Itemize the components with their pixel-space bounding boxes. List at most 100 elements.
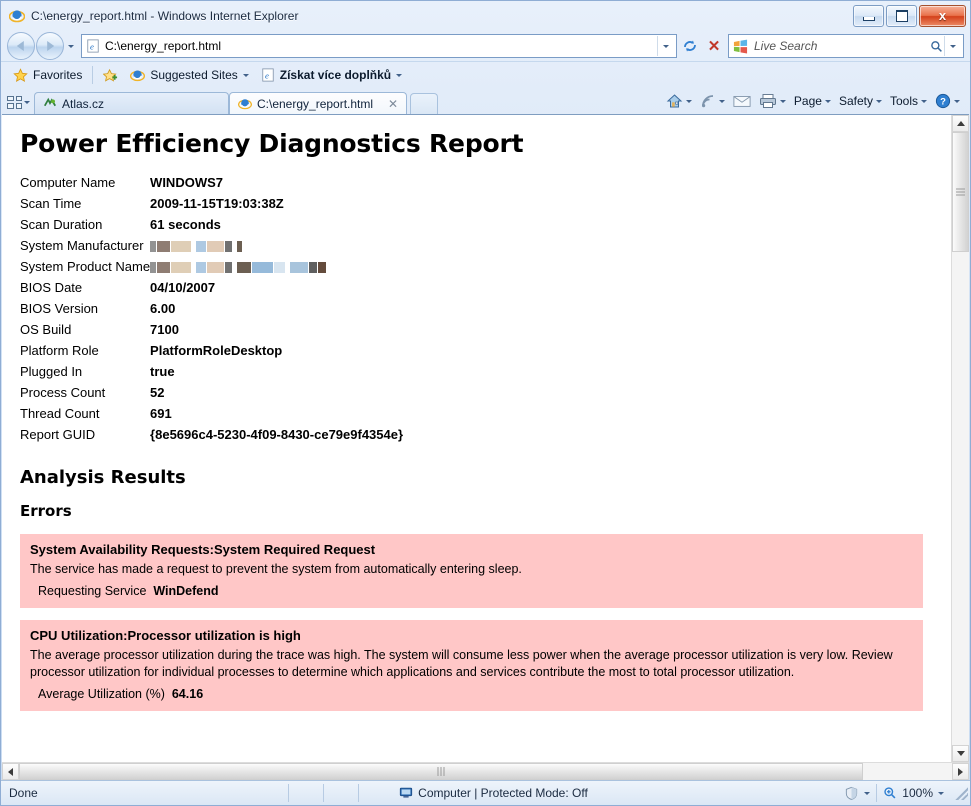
search-placeholder-text: Live Search — [754, 39, 818, 53]
close-icon: x — [938, 8, 947, 23]
star-icon — [13, 67, 28, 82]
system-info-rows: Computer Name WINDOWS7 Scan Time 2009-11-15… — [20, 172, 403, 445]
error-box: CPU Utilization:Processor utilization is… — [20, 620, 923, 711]
back-button[interactable] — [7, 32, 35, 60]
page-menu-label: Page — [793, 94, 822, 108]
scroll-up-button[interactable] — [952, 115, 969, 132]
resize-grip-icon[interactable] — [954, 786, 968, 800]
vertical-scroll-thumb[interactable] — [952, 132, 969, 252]
refresh-button[interactable] — [679, 35, 701, 57]
system-info-value: 61 seconds — [150, 217, 221, 232]
chevron-down-icon — [824, 99, 831, 103]
status-divider — [323, 784, 325, 802]
system-info-key: Scan Time — [20, 196, 82, 211]
suggested-sites-label: Suggested Sites — [150, 68, 238, 82]
favorites-button[interactable]: Favorites — [7, 64, 88, 86]
stop-button[interactable]: ✕ — [703, 35, 725, 57]
search-go-button[interactable] — [928, 40, 944, 53]
chevron-down-icon[interactable] — [718, 99, 725, 103]
maximize-button[interactable] — [886, 5, 917, 27]
help-icon: ? — [935, 93, 951, 109]
zone-dropdown-button[interactable] — [838, 783, 876, 803]
analysis-results-heading: Analysis Results — [20, 467, 186, 488]
errors-heading: Errors — [20, 502, 72, 520]
favorites-bar: Favorites Suggested Sites e Získat více … — [1, 61, 970, 88]
system-info-key: Process Count — [20, 385, 106, 400]
chevron-down-icon — [396, 73, 403, 77]
horizontal-scrollbar[interactable] — [2, 762, 969, 780]
vertical-scroll-track[interactable] — [952, 132, 969, 745]
page-menu-button[interactable]: Page — [790, 90, 835, 112]
system-info-row: BIOS Date 04/10/2007 — [20, 277, 403, 298]
scroll-right-button[interactable] — [952, 763, 969, 780]
chevron-down-icon — [242, 73, 249, 77]
scroll-left-button[interactable] — [2, 763, 19, 780]
minimize-button[interactable] — [853, 5, 884, 27]
tab-energy-report[interactable]: C:\energy_report.html ✕ — [229, 92, 407, 114]
read-mail-button[interactable] — [729, 90, 755, 112]
system-info-key: BIOS Version — [20, 301, 99, 316]
get-addons-button[interactable]: e Získat více doplňků — [255, 64, 408, 86]
system-info-value-redacted — [150, 235, 403, 256]
close-button[interactable]: x — [919, 5, 966, 27]
errors-list: System Availability Requests:System Requ… — [20, 534, 933, 711]
tab-list-chevron-down-icon[interactable] — [24, 100, 30, 104]
horizontal-scroll-thumb[interactable] — [19, 763, 863, 780]
safety-menu-button[interactable]: Safety — [835, 90, 886, 112]
horizontal-scroll-track[interactable] — [19, 763, 952, 780]
address-dropdown-button[interactable] — [657, 36, 674, 56]
stop-icon: ✕ — [707, 37, 721, 55]
new-tab-button[interactable] — [410, 93, 438, 114]
quick-tabs-button[interactable] — [7, 91, 30, 114]
chevron-down-icon — [938, 791, 944, 795]
system-info-key: BIOS Date — [20, 280, 83, 295]
zoom-icon — [884, 787, 896, 799]
forward-button[interactable] — [36, 32, 64, 60]
suggested-sites-button[interactable]: Suggested Sites — [124, 64, 254, 86]
security-zone-text: Computer | Protected Mode: Off — [418, 786, 588, 800]
system-info-key: System Manufacturer — [20, 238, 144, 253]
address-input[interactable]: e C:\energy_report.html — [81, 34, 677, 58]
atlas-icon — [43, 97, 56, 106]
tab-close-icon[interactable]: ✕ — [388, 98, 398, 110]
chevron-down-icon[interactable] — [685, 99, 692, 103]
vertical-scrollbar[interactable] — [951, 115, 969, 762]
help-menu-button[interactable]: ? — [931, 90, 964, 112]
home-button[interactable] — [662, 90, 696, 112]
search-box[interactable]: Live Search — [728, 34, 964, 58]
svg-text:e: e — [265, 71, 269, 81]
security-zone-cell[interactable]: Computer | Protected Mode: Off — [393, 783, 594, 803]
chevron-down-icon — [956, 751, 965, 756]
add-to-favorites-bar-button[interactable] — [97, 64, 124, 86]
feeds-button[interactable] — [696, 90, 729, 112]
chevron-up-icon — [956, 121, 965, 126]
tab-atlas-cz[interactable]: Atlas.cz — [34, 92, 229, 114]
system-info-row: Plugged In true — [20, 361, 403, 382]
recent-pages-button[interactable] — [64, 33, 78, 59]
search-provider-dropdown[interactable] — [944, 36, 961, 56]
shield-icon — [846, 786, 858, 800]
status-text-cell: Done — [3, 783, 44, 803]
error-description: The average processor utilization during… — [30, 648, 893, 679]
system-info-value: 6.00 — [150, 301, 176, 316]
status-divider — [358, 784, 360, 802]
internet-explorer-icon — [130, 69, 146, 81]
zoom-level-button[interactable]: 100% — [877, 783, 950, 803]
chevron-down-icon — [864, 791, 871, 795]
get-addons-label: Získat více doplňků — [279, 68, 392, 82]
scroll-down-button[interactable] — [952, 745, 969, 762]
tools-menu-button[interactable]: Tools — [886, 90, 931, 112]
browser-window: C:\energy_report.html - Windows Internet… — [0, 0, 971, 806]
zoom-level-text: 100% — [902, 786, 933, 800]
page-ie-icon: e — [87, 39, 99, 53]
system-info-key: Scan Duration — [20, 217, 103, 232]
system-info-value: 04/10/2007 — [150, 280, 216, 295]
print-button[interactable] — [755, 90, 790, 112]
system-info-value: WINDOWS7 — [150, 175, 223, 190]
tab-bar: Atlas.cz C:\energy_report.html ✕ Page Sa… — [1, 88, 970, 114]
error-detail-key: Requesting Service — [38, 584, 147, 598]
maximize-icon — [896, 10, 908, 22]
chevron-down-icon[interactable] — [779, 99, 786, 103]
system-info-row: Scan Time 2009-11-15T19:03:38Z — [20, 193, 403, 214]
command-bar: Page Safety Tools ? — [662, 90, 964, 112]
